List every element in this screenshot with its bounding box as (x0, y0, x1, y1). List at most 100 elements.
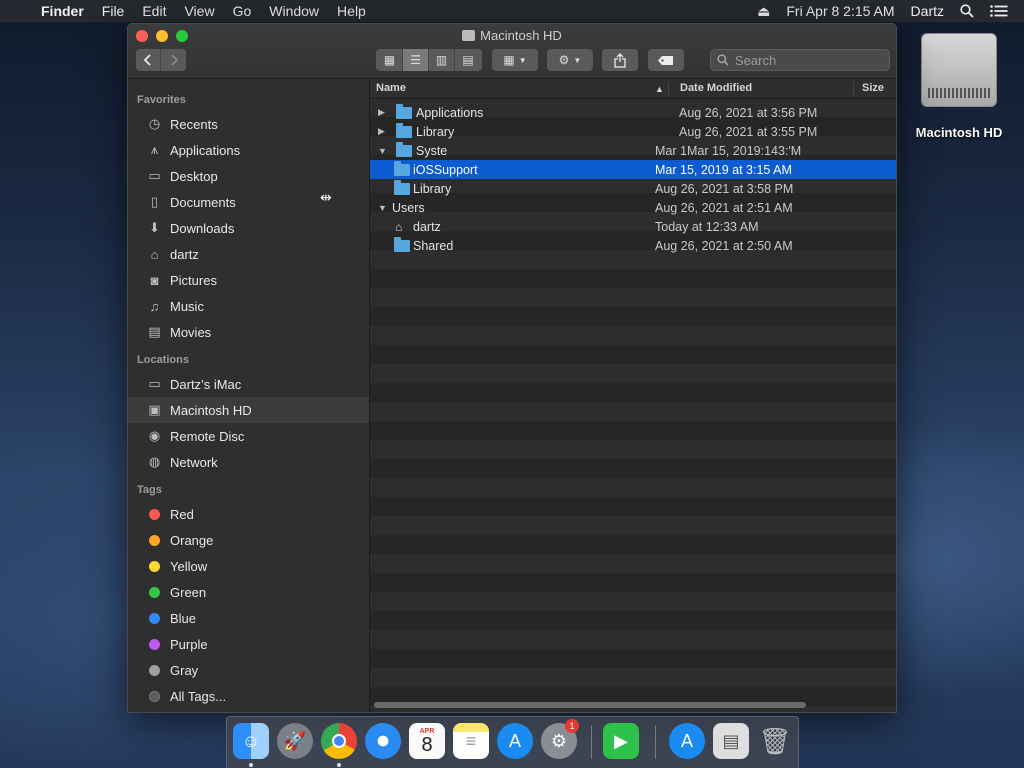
chrome-dock-icon[interactable] (321, 723, 357, 759)
forward-button[interactable] (161, 49, 186, 71)
menu-file[interactable]: File (93, 0, 134, 22)
sidebar-all-tags[interactable]: All Tags... (128, 683, 369, 709)
sidebar-item-home[interactable]: ⌂ dartz (128, 241, 369, 267)
launchpad-dock-icon[interactable]: 🚀 (277, 723, 313, 759)
tag-color-dot (149, 508, 160, 520)
file-list[interactable]: Name ▲ Date Modified Size ▶ Applications… (370, 79, 896, 712)
notes-dock-icon[interactable]: ≡ (453, 723, 489, 759)
menu-help[interactable]: Help (328, 0, 375, 22)
sidebar-tag-purple[interactable]: Purple (128, 631, 369, 657)
sidebar-item-imac[interactable]: ▭ Dartz’s iMac (128, 371, 369, 397)
list-item[interactable]: ⌂ dartz Today at 12:33 AM (370, 217, 896, 236)
sidebar-tag-gray[interactable]: Gray (128, 657, 369, 683)
search-input[interactable]: Search (710, 49, 890, 71)
app-store-dock-icon[interactable]: A (497, 723, 533, 759)
sidebar-tag-yellow[interactable]: Yellow (128, 553, 369, 579)
menu-app-finder[interactable]: Finder (32, 0, 93, 22)
eject-icon[interactable]: ⏏ (749, 0, 778, 22)
icon-view-icon[interactable]: ▦ (377, 49, 403, 71)
sidebar-item-documents[interactable]: ▯ Documents (128, 189, 369, 215)
sidebar-item-music[interactable]: ♫ Music (128, 293, 369, 319)
back-button[interactable] (136, 49, 162, 71)
menu-go[interactable]: Go (224, 0, 261, 22)
applications-icon: ⩚ (150, 142, 159, 157)
menu-edit[interactable]: Edit (133, 0, 175, 22)
documents-icon: ▯ (150, 194, 159, 209)
notification-center-icon[interactable] (982, 0, 1024, 22)
globe-icon: ◍ (148, 454, 161, 469)
menu-bar: Finder File Edit View Go Window Help ⏏ F… (0, 0, 1024, 22)
tags-button[interactable] (648, 49, 684, 71)
menu-user[interactable]: Dartz (903, 0, 952, 22)
sidebar-item-pictures[interactable]: ◙ Pictures (128, 267, 369, 293)
sidebar-item-downloads[interactable]: ⬇ Downloads (128, 215, 369, 241)
list-item-selected[interactable]: iOSSupport Mar 15, 2019 at 3:15 AM (370, 160, 896, 179)
calendar-dock-icon[interactable]: APR 8 (409, 723, 445, 759)
sidebar-item-desktop[interactable]: ▭ Desktop (128, 163, 369, 189)
list-item[interactable]: ▶ Library Aug 26, 2021 at 3:55 PM (370, 122, 896, 141)
sidebar-item-remote-disc[interactable]: ◉ Remote Disc (128, 423, 369, 449)
spotlight-icon[interactable] (952, 0, 982, 22)
apple-menu-icon[interactable] (0, 0, 32, 22)
clock-icon: ◷ (148, 116, 161, 131)
film-icon: ▤ (148, 324, 161, 339)
facetime-dock-icon[interactable]: ▶ (603, 723, 639, 759)
action-button[interactable]: ⚙ ▼ (547, 49, 593, 71)
list-item[interactable]: ▼ Users Aug 26, 2021 at 2:51 AM (370, 198, 896, 217)
share-button[interactable] (602, 49, 638, 71)
sidebar-tag-blue[interactable]: Blue (128, 605, 369, 631)
sidebar-item-recents[interactable]: ◷ Recents (128, 111, 369, 137)
notification-badge: 1 (565, 719, 579, 733)
sidebar-item-applications[interactable]: ⩚ Applications (128, 137, 369, 163)
dock-separator (591, 725, 592, 759)
gallery-view-icon[interactable]: ▤ (455, 49, 481, 71)
sidebar-tag-orange[interactable]: Orange (128, 527, 369, 553)
home-icon: ⌂ (150, 246, 159, 262)
share-icon (614, 52, 626, 68)
sidebar-tag-red[interactable]: Red (128, 501, 369, 527)
sidebar-item-network[interactable]: ◍ Network (128, 449, 369, 475)
app-store-folder-icon[interactable]: A (669, 723, 705, 759)
column-size-header[interactable]: Size (862, 82, 884, 94)
list-view-icon[interactable]: ☰ (403, 49, 429, 71)
chevron-down-icon: ▼ (573, 55, 582, 65)
sidebar-item-macintosh-hd[interactable]: ▣ Macintosh HD (128, 397, 369, 423)
column-divider[interactable] (853, 82, 854, 96)
window-title: Macintosh HD (128, 28, 896, 43)
disclosure-triangle-icon[interactable]: ▼ (378, 146, 387, 156)
finder-dock-icon[interactable]: ☺ (233, 723, 269, 759)
sidebar-tag-green[interactable]: Green (128, 579, 369, 605)
camera-icon: ◙ (150, 272, 159, 288)
document-dock-icon[interactable]: ▤ (713, 723, 749, 759)
sidebar-section-locations: Locations (137, 353, 189, 366)
list-item[interactable]: Shared Aug 26, 2021 at 2:50 AM (370, 236, 896, 255)
menu-view[interactable]: View (175, 0, 223, 22)
sidebar-section-tags: Tags (137, 483, 162, 496)
all-tags-icon (149, 690, 160, 702)
window-toolbar: Macintosh HD ▦ ☰ ▥ ▤ ▦ ▼ ⚙ ▼ Search (128, 24, 896, 79)
list-item[interactable]: Library Aug 26, 2021 at 3:58 PM (370, 179, 896, 198)
list-item[interactable]: ▼ Syste Mar 1Mar 15, 2019:143:'M (370, 141, 896, 160)
column-view-icon[interactable]: ▥ (429, 49, 455, 71)
group-by-button[interactable]: ▦ ▼ (492, 49, 538, 71)
safari-compass-icon[interactable] (365, 723, 401, 759)
menu-window[interactable]: Window (260, 0, 328, 22)
sidebar-section-favorites: Favorites (137, 93, 186, 106)
list-item[interactable]: ▶ Applications Aug 26, 2021 at 3:56 PM (370, 103, 896, 122)
horizontal-scrollbar[interactable] (374, 702, 806, 708)
column-name-header[interactable]: Name (376, 82, 406, 94)
column-date-header[interactable]: Date Modified (680, 82, 752, 94)
desktop-macintosh-hd-icon[interactable] (921, 33, 997, 107)
finder-window: Macintosh HD ▦ ☰ ▥ ▤ ▦ ▼ ⚙ ▼ Search Favo… (127, 23, 897, 713)
tag-color-dot (149, 586, 160, 598)
trash-icon[interactable]: 🗑 (757, 723, 793, 759)
disclosure-triangle-icon[interactable]: ▶ (378, 126, 385, 137)
column-divider[interactable] (668, 82, 669, 96)
dock: ☺ 🚀 APR 8 ≡ A ⚙ 1 ▶ A ▤ 🗑 (226, 716, 799, 768)
disclosure-triangle-icon[interactable]: ▼ (378, 203, 387, 213)
menu-clock[interactable]: Fri Apr 8 2:15 AM (778, 0, 902, 22)
folder-icon (396, 141, 412, 157)
desktop-icon-label[interactable]: Macintosh HD (905, 125, 1013, 140)
sidebar-item-movies[interactable]: ▤ Movies (128, 319, 369, 345)
disclosure-triangle-icon[interactable]: ▶ (378, 107, 385, 118)
